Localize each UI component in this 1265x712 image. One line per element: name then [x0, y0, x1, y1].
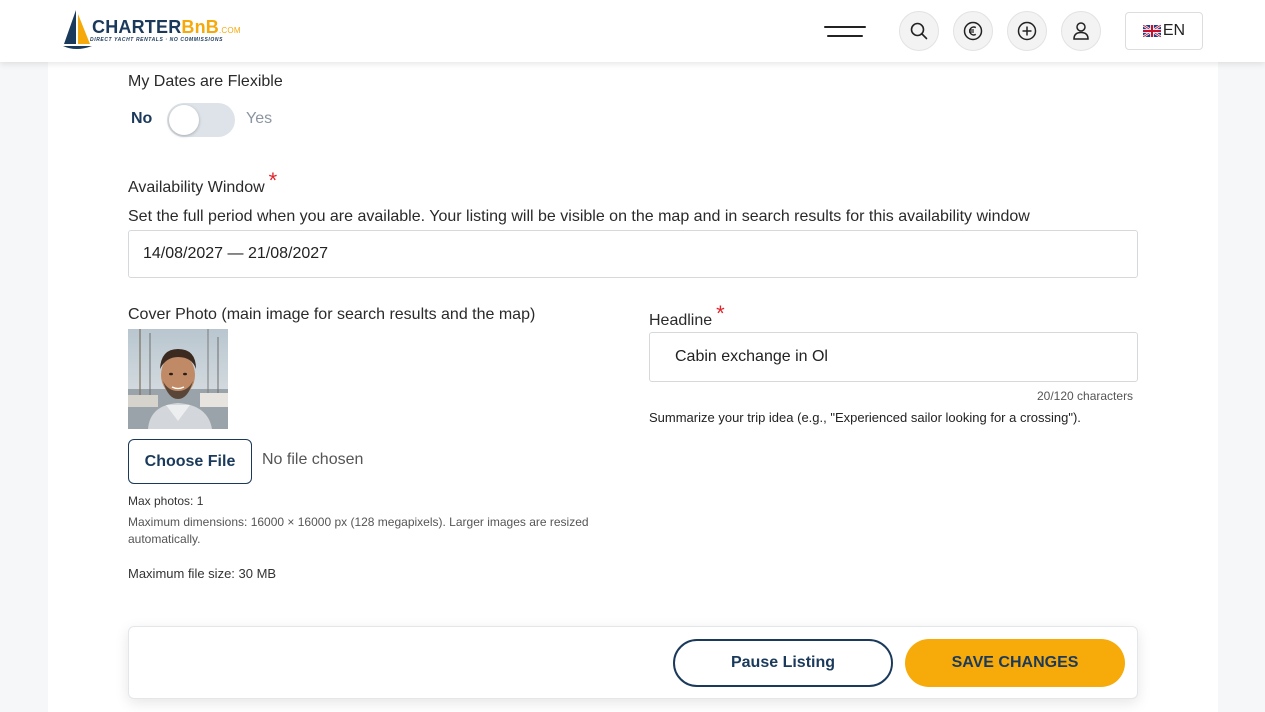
plus-circle-icon	[1017, 21, 1037, 41]
availability-window-label: Availability Window *	[128, 168, 277, 198]
add-listing-button[interactable]	[1007, 11, 1047, 51]
toggle-knob	[169, 105, 199, 135]
site-logo[interactable]: CHARTERBnB.COM DIRECT YACHT RENTALS · NO…	[62, 8, 262, 52]
logo-name: CHARTER	[92, 17, 182, 37]
currency-button[interactable]	[953, 11, 993, 51]
menu-icon[interactable]	[824, 22, 866, 40]
account-button[interactable]	[1061, 11, 1101, 51]
save-changes-button[interactable]: SAVE CHANGES	[905, 639, 1125, 687]
availability-window-help: Set the full period when you are availab…	[128, 208, 1030, 225]
flexible-dates-toggle[interactable]	[167, 103, 235, 137]
headline-help: Summarize your trip idea (e.g., "Experie…	[649, 410, 1081, 425]
max-dimensions-text: Maximum dimensions: 16000 × 16000 px (12…	[128, 515, 589, 546]
headline-character-counter: 20/120 characters	[1037, 389, 1134, 403]
no-file-chosen-text: No file chosen	[262, 451, 364, 468]
logo-tagline: DIRECT YACHT RENTALS · NO COMMISSIONS	[90, 37, 224, 43]
toggle-no-label: No	[131, 110, 153, 127]
logo-domain: .COM	[219, 26, 241, 35]
language-selector[interactable]: EN	[1125, 12, 1203, 50]
required-asterisk: *	[716, 301, 725, 326]
sailboat-logo-icon	[63, 10, 92, 49]
max-file-size-text: Maximum file size: 30 MB	[128, 566, 277, 581]
required-asterisk: *	[268, 168, 278, 193]
headline-label-text: Headline	[649, 312, 713, 329]
availability-window-label-text: Availability Window	[128, 179, 265, 196]
max-photos-text: Max photos: 1	[128, 494, 204, 508]
language-code: EN	[1162, 22, 1186, 39]
cover-photo-thumbnail	[128, 329, 228, 429]
choose-file-button[interactable]: Choose File	[128, 439, 252, 484]
pause-listing-button[interactable]: Pause Listing	[673, 639, 893, 687]
logo-wordmark: CHARTERBnB.COM	[92, 17, 241, 38]
top-navigation-bar: CHARTERBnB.COM DIRECT YACHT RENTALS · NO…	[0, 0, 1265, 62]
user-icon	[1073, 22, 1089, 40]
availability-window-input[interactable]	[128, 230, 1138, 278]
headline-label: Headline *	[649, 301, 725, 331]
search-button[interactable]	[899, 11, 939, 51]
cover-photo-label: Cover Photo (main image for search resul…	[128, 306, 536, 323]
euro-icon	[963, 21, 983, 41]
toggle-yes-label: Yes	[246, 110, 273, 127]
search-icon	[910, 22, 928, 40]
uk-flag-icon	[1142, 25, 1161, 37]
portrait-image	[128, 329, 228, 429]
headline-input[interactable]	[649, 332, 1138, 382]
flexible-dates-label: My Dates are Flexible	[128, 73, 283, 90]
logo-accent: BnB	[181, 17, 219, 37]
